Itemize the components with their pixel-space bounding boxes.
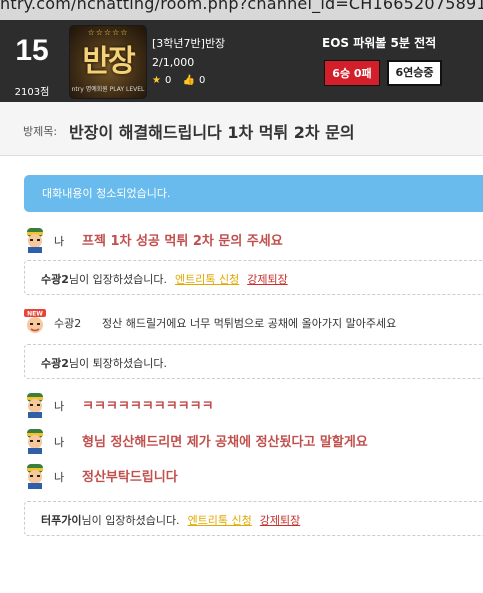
message-text: ㅋㅋㅋㅋㅋㅋㅋㅋㅋㅋㅋ bbox=[82, 399, 214, 414]
system-message: 수광2님이 입장하셨습니다. 엔트리톡 신청 강제퇴장 bbox=[24, 260, 483, 295]
system-user[interactable]: 수광2 bbox=[41, 273, 69, 286]
logo-subtext: ntry 명예회원 PLAY LEVEL bbox=[71, 86, 145, 93]
like-count: 0 bbox=[198, 75, 206, 86]
room-title-label: 방제목: bbox=[23, 125, 58, 138]
system-text: 님이 입장하셨습니다. bbox=[81, 514, 180, 527]
room-owner-name: [3학년7반]반장 bbox=[152, 37, 226, 50]
system-text: 님이 입장하셨습니다. bbox=[68, 273, 167, 286]
kick-link[interactable]: 강제퇴장 bbox=[247, 273, 287, 286]
system-message: 터푸가이님이 입장하셨습니다. 엔트리톡 신청 강제퇴장 bbox=[24, 501, 483, 536]
system-message: 수광2님이 퇴장하셨습니다. bbox=[24, 344, 483, 379]
message-text: 정산부탁드립니다 bbox=[82, 470, 178, 485]
message-text: 프젝 1차 성공 먹튀 2차 문의 주세요 bbox=[82, 234, 283, 249]
star-icon[interactable]: ★ bbox=[152, 75, 161, 86]
eos-title: EOS 파워볼 5분 전적 bbox=[322, 36, 437, 50]
win-loss-badge: 6승 0패 bbox=[324, 60, 380, 86]
profile-header: 15 2103점 ☆☆☆☆☆ 반장 ntry 명예회원 PLAY LEVEL [… bbox=[0, 20, 483, 102]
room-title: 반장이 해결해드립니다 1차 먹튀 2차 문의 bbox=[69, 123, 355, 142]
browser-url-bar[interactable]: ntry.com/nchatting/room.php?channel_id=C… bbox=[0, 0, 483, 20]
star-count: 0 bbox=[164, 75, 172, 86]
entry-talk-link[interactable]: 엔트리톡 신청 bbox=[188, 514, 252, 527]
entry-talk-link[interactable]: 엔트리톡 신청 bbox=[175, 273, 239, 286]
kick-link[interactable]: 강제퇴장 bbox=[260, 514, 300, 527]
message-author: 나 bbox=[54, 235, 65, 248]
system-text: 님이 퇴장하셨습니다. bbox=[68, 357, 167, 370]
user-avatar-icon bbox=[27, 464, 43, 489]
message-author: 나 bbox=[54, 471, 65, 484]
notice-banner: 대화내용이 청소되었습니다. bbox=[24, 175, 483, 212]
logo-text: 반장 bbox=[82, 44, 135, 79]
svg-text:NEW: NEW bbox=[27, 311, 43, 318]
user-points: 2103점 bbox=[14, 87, 50, 98]
system-user[interactable]: 터푸가이 bbox=[41, 514, 81, 527]
user-avatar-icon bbox=[27, 228, 43, 253]
new-user-avatar-icon: NEW bbox=[24, 309, 46, 333]
message-text: 정산 해드릴거에요 너무 먹튀범으로 공채에 올아가지 말아주세요 bbox=[102, 317, 397, 330]
url-text: ntry.com/nchatting/room.php?channel_id=C… bbox=[0, 0, 483, 13]
room-logo: ☆☆☆☆☆ 반장 ntry 명예회원 PLAY LEVEL bbox=[69, 25, 147, 99]
streak-badge: 6연승중 bbox=[387, 60, 442, 86]
room-title-bar: 방제목: 반장이 해결해드립니다 1차 먹튀 2차 문의 bbox=[0, 102, 483, 156]
message-text: 형님 정산해드리면 제가 공채에 정산됬다고 말할게요 bbox=[82, 435, 368, 450]
room-stats: ★ 0 👍 0 bbox=[152, 75, 213, 86]
user-avatar-icon bbox=[27, 393, 43, 418]
user-level: 15 bbox=[15, 34, 49, 67]
message-author: 나 bbox=[54, 400, 65, 413]
member-count: 2/1,000 bbox=[152, 56, 195, 69]
message-author: 나 bbox=[54, 436, 65, 449]
user-avatar-icon bbox=[27, 429, 43, 454]
system-user[interactable]: 수광2 bbox=[41, 357, 69, 370]
thumbs-up-icon[interactable]: 👍 bbox=[183, 75, 195, 86]
message-author: 수광2 bbox=[54, 317, 82, 330]
